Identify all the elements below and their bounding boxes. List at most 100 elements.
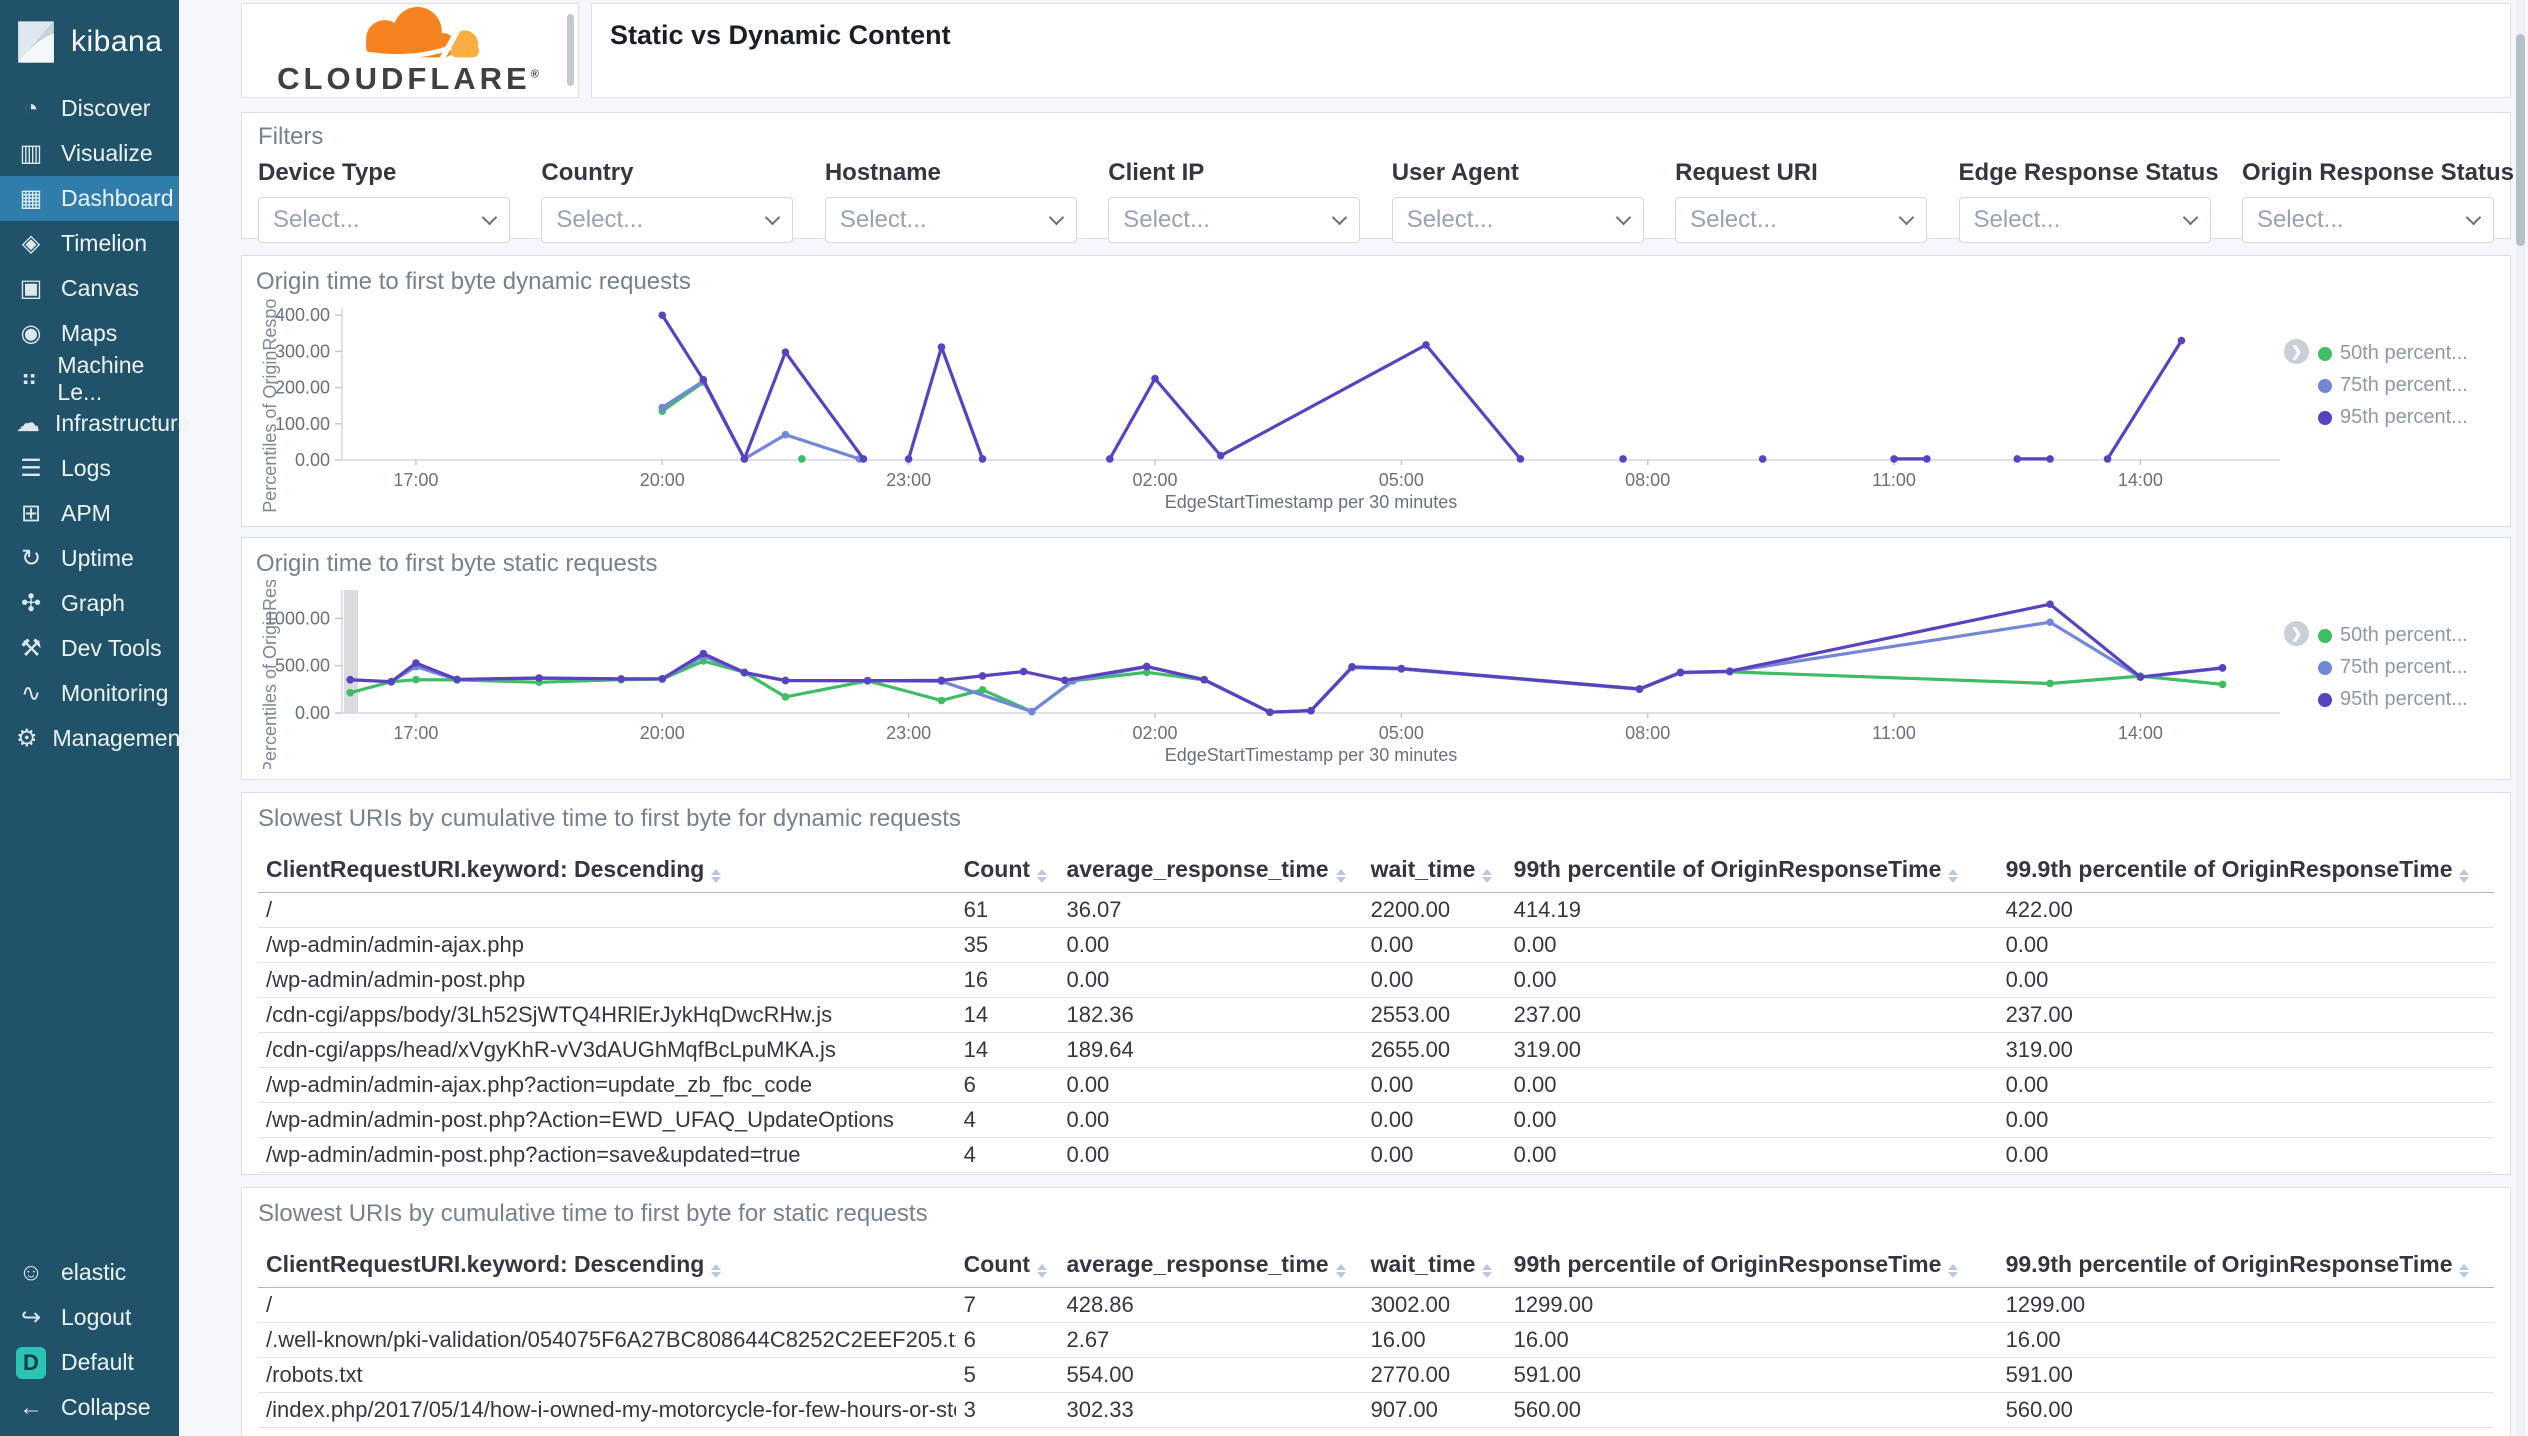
sort-icon[interactable]	[1335, 1264, 1346, 1278]
chart-title-dynamic: Origin time to first byte dynamic reques…	[256, 268, 691, 295]
graph-icon: ✣	[20, 590, 42, 617]
column-header-clientrequesturi-keyword-descending[interactable]: ClientRequestURI.keyword: Descending	[258, 1242, 956, 1288]
sort-icon[interactable]	[1037, 869, 1048, 883]
sidebar-item-dev-tools[interactable]: ⚒ Dev Tools	[0, 626, 179, 671]
sort-icon[interactable]	[2459, 869, 2470, 883]
sidebar-item-logs[interactable]: ☰ Logs	[0, 446, 179, 491]
legend-item-75th-percentile[interactable]: 75th percent...	[2318, 374, 2496, 397]
chevron-down-icon	[481, 209, 498, 225]
table-cell: 4	[955, 1172, 1059, 1174]
logo-panel-scrollbar[interactable]	[567, 14, 574, 86]
table-cell: /robots.txt	[258, 1357, 956, 1393]
filter-label-client-ip: Client IP	[1108, 159, 1205, 186]
page-scrollbar-thumb[interactable]	[2516, 34, 2525, 246]
sidebar-item-collapse[interactable]: ← Collapse	[0, 1385, 179, 1430]
table-cell: 428.86	[1058, 1287, 1363, 1323]
table-row: /wp-admin/admin-ajax.php?action=update_z…	[258, 1067, 2494, 1103]
sidebar-item-uptime[interactable]: ↻ Uptime	[0, 536, 179, 581]
table-cell: 16.00	[1505, 1322, 1998, 1358]
column-header-99th-percentile-of-originresponsetime[interactable]: 99th percentile of OriginResponseTime	[1505, 847, 1998, 893]
sidebar-item-label: Logout	[61, 1304, 132, 1330]
sidebar-item-management[interactable]: ⚙ Management	[0, 716, 187, 761]
sort-icon[interactable]	[1037, 1264, 1048, 1278]
legend-item-50th-percentile[interactable]: 50th percent...	[2318, 342, 2496, 365]
filter-select-origin-response-status[interactable]: Select...	[2241, 197, 2494, 243]
column-header-wait-time[interactable]: wait_time	[1362, 847, 1506, 893]
sort-icon[interactable]	[1948, 869, 1959, 883]
series-line-95th-percentile	[348, 602, 2225, 714]
sidebar-item-label: Monitoring	[61, 680, 169, 706]
chart-title-static: Origin time to first byte static request…	[256, 550, 658, 577]
svg-text:05:00: 05:00	[1379, 470, 1424, 490]
column-header-99th-percentile-of-originresponsetime[interactable]: 99th percentile of OriginResponseTime	[1505, 1242, 1998, 1288]
column-header-count[interactable]: Count	[955, 847, 1059, 893]
sort-icon[interactable]	[1335, 869, 1346, 883]
sort-icon[interactable]	[711, 869, 722, 883]
column-header-99-9th-percentile-of-originresponsetime[interactable]: 99.9th percentile of OriginResponseTime	[1997, 1242, 2494, 1288]
sidebar-item-logout[interactable]: ↪ Logout	[0, 1295, 179, 1340]
table-cell: 0.00	[1058, 962, 1363, 998]
sort-icon[interactable]	[711, 1264, 722, 1278]
filter-select-hostname[interactable]: Select...	[824, 197, 1077, 243]
cloudflare-logo: CLOUDFLARE®	[242, 4, 578, 97]
table-cell: 16	[955, 962, 1059, 998]
legend-item-50th-percentile[interactable]: 50th percent...	[2318, 624, 2496, 647]
table-cell: 907.00	[1362, 1392, 1506, 1428]
chart-canvas[interactable]: 0.00 100.00 200.00 300.00 400.00 17:00 20:00 23…	[256, 298, 2296, 516]
filter-select-country[interactable]: Select...	[541, 197, 794, 243]
legend-item-95th-percentile[interactable]: 95th percent...	[2318, 406, 2496, 429]
sidebar-item-graph[interactable]: ✣ Graph	[0, 581, 179, 626]
table-cell: /wp-admin/admin-post.php	[258, 962, 956, 998]
sidebar-item-machine-le[interactable]: ⠶ Machine Le...	[0, 352, 179, 405]
filter-label-device-type: Device Type	[258, 159, 397, 186]
column-header-average-response-time[interactable]: average_response_time	[1058, 847, 1363, 893]
column-header-wait-time[interactable]: wait_time	[1362, 1242, 1506, 1288]
sort-icon[interactable]	[1482, 1264, 1493, 1278]
sidebar-item-label: Dashboard	[61, 185, 174, 211]
column-header-clientrequesturi-keyword-descending[interactable]: ClientRequestURI.keyword: Descending	[258, 847, 956, 893]
sort-icon[interactable]	[2459, 1264, 2470, 1278]
sort-icon[interactable]	[1948, 1264, 1959, 1278]
filter-select-user-agent[interactable]: Select...	[1391, 197, 1644, 243]
filter-select-edge-response-status[interactable]: Select...	[1958, 197, 2211, 243]
filter-label-hostname: Hostname	[824, 159, 941, 186]
table-cell: 5	[955, 1357, 1059, 1393]
table-cell: 61	[955, 892, 1059, 928]
sort-icon[interactable]	[1482, 869, 1493, 883]
legend-item-75th-percentile[interactable]: 75th percent...	[2318, 656, 2496, 679]
svg-text:02:00: 02:00	[1132, 723, 1177, 743]
table-cell: 35	[955, 927, 1059, 963]
sidebar-item-canvas[interactable]: ▣ Canvas	[0, 266, 179, 311]
chevron-right-icon[interactable]: ❯	[2284, 621, 2309, 646]
sidebar-item-apm[interactable]: ⊞ APM	[0, 491, 179, 536]
sidebar-item-infrastructure[interactable]: ☁ Infrastructure	[0, 401, 191, 446]
column-header-99-9th-percentile-of-originresponsetime[interactable]: 99.9th percentile of OriginResponseTime	[1997, 847, 2494, 893]
series-line-75th-percentile	[348, 620, 2225, 714]
table-row: /.well-known/pki-validation/054075F6A27B…	[258, 1322, 2494, 1358]
sidebar-item-elastic[interactable]: ☺ elastic	[0, 1250, 179, 1295]
filters-row: Device Type Select... Country Select... Host…	[258, 159, 2514, 243]
chevron-down-icon	[1048, 209, 1065, 225]
legend-label: 95th percent...	[2340, 406, 2468, 428]
compass-icon: ◔	[23, 94, 39, 122]
sidebar-item-timelion[interactable]: ◈ Timelion	[0, 221, 179, 266]
filter-select-client-ip[interactable]: Select...	[1108, 197, 1361, 243]
sidebar-item-maps[interactable]: ◉ Maps	[0, 311, 179, 356]
filter-select-request-uri[interactable]: Select...	[1675, 197, 1928, 243]
table-cell: 0.00	[1058, 1102, 1363, 1138]
column-header-count[interactable]: Count	[955, 1242, 1059, 1288]
select-placeholder: Select...	[1123, 206, 1210, 233]
kibana-logo[interactable]: kibana	[0, 0, 179, 86]
table-cell: 0.00	[1362, 1172, 1506, 1174]
column-header-average-response-time[interactable]: average_response_time	[1058, 1242, 1363, 1288]
line-chart-static: 0.00 500.00 1000.00 17:00 20:00 23:00 02:00 05:…	[256, 580, 2318, 769]
sidebar-item-visualize[interactable]: ▥ Visualize	[0, 131, 179, 176]
filter-select-device-type[interactable]: Select...	[258, 197, 510, 243]
sidebar-item-default[interactable]: D Default	[0, 1340, 179, 1385]
sidebar-item-monitoring[interactable]: ∿ Monitoring	[0, 671, 179, 716]
chart-canvas[interactable]: 0.00500.001000.0017:00 20:00 23:00 02:00 05:…	[256, 580, 2296, 769]
sidebar-item-dashboard[interactable]: ▦ Dashboard	[0, 176, 179, 221]
chevron-right-icon[interactable]: ❯	[2284, 339, 2309, 364]
legend-item-95th-percentile[interactable]: 95th percent...	[2318, 688, 2496, 711]
sidebar-item-discover[interactable]: ◔ Discover	[0, 86, 179, 131]
